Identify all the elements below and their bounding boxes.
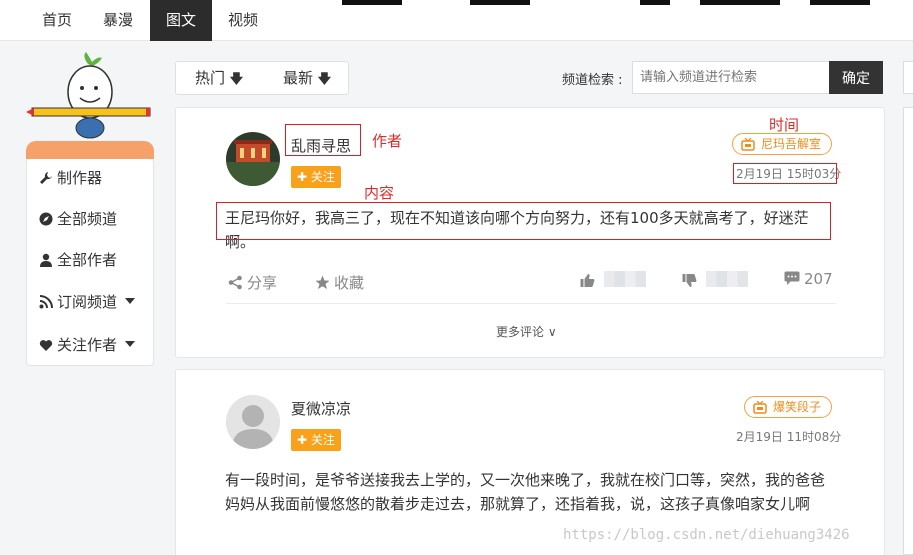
- search-label: 频道检索 :: [562, 73, 623, 88]
- sort-latest-label: 最新: [283, 69, 314, 87]
- heart-icon: [39, 340, 53, 351]
- sidebar-item-subscribed-channels[interactable]: 订阅频道: [39, 292, 136, 312]
- dislike-button[interactable]: [682, 272, 701, 290]
- compass-icon: [39, 212, 53, 226]
- sort-latest-button[interactable]: 最新 🡇: [283, 62, 331, 96]
- annotation-author: 作者: [372, 132, 403, 150]
- thumbs-down-icon: [682, 274, 697, 287]
- sort-bar: 热门 🡇 最新 🡇: [175, 61, 349, 95]
- right-panel-edge: [903, 107, 913, 555]
- wrench-icon: [40, 172, 52, 184]
- annotation-content: 内容: [364, 184, 395, 202]
- channel-label: 尼玛吾解室: [761, 137, 822, 151]
- avatar[interactable]: [226, 395, 280, 449]
- side-menu: 制作器 全部频道 全部作者 订阅频道 关注作者: [26, 141, 154, 366]
- comments-count: 207: [804, 270, 833, 288]
- comment-icon: [784, 271, 800, 285]
- cropped-header-mark: [810, 0, 870, 5]
- share-button[interactable]: 分享: [228, 272, 277, 293]
- collect-label: 收藏: [334, 274, 365, 292]
- annotation-box-time: [733, 163, 837, 184]
- sidebar-item-label: 制作器: [57, 169, 103, 187]
- channel-label: 爆笑段子: [773, 400, 822, 414]
- sort-hot-button[interactable]: 热门 🡇: [195, 62, 243, 96]
- hidden-dislike-count: [706, 271, 748, 287]
- chevron-down-icon: [125, 341, 136, 347]
- sidebar-item-label: 全部频道: [57, 210, 118, 228]
- sidebar-item-all-channels[interactable]: 全部频道: [39, 209, 117, 229]
- divider: [226, 303, 836, 304]
- cropped-header-mark: [640, 0, 670, 5]
- tab-home[interactable]: 首页: [28, 0, 86, 41]
- top-nav: 首页 暴漫 图文 视频: [0, 0, 913, 41]
- like-button[interactable]: [580, 272, 599, 290]
- arrow-down-icon: 🡇: [317, 72, 332, 87]
- follow-button[interactable]: ✚ 关注: [291, 429, 341, 451]
- annotation-time: 时间: [769, 116, 800, 134]
- star-icon: [315, 275, 330, 289]
- annotation-box-author: [285, 124, 361, 156]
- collect-button[interactable]: 收藏: [315, 272, 364, 293]
- search-button[interactable]: 确定: [829, 61, 883, 94]
- post-content: 有一段时间，是爷爷送接我去上学的，又一次他来晚了，我就在校门口等，突然，我的爸爸…: [225, 471, 826, 513]
- thumbs-up-icon: [580, 274, 595, 287]
- hidden-like-count: [604, 271, 646, 287]
- tab-videos[interactable]: 视频: [214, 0, 272, 41]
- follow-label: 关注: [310, 170, 335, 184]
- watermark: https://blog.csdn.net/diehuang3426: [563, 527, 850, 543]
- share-label: 分享: [247, 274, 278, 292]
- arrow-down-icon: 🡇: [229, 72, 244, 87]
- more-comments-label: 更多评论: [496, 325, 545, 339]
- menu-header-bar: [26, 141, 154, 159]
- right-panel-edge: [903, 61, 913, 94]
- cropped-header-mark: [470, 0, 530, 5]
- chevron-down-icon: ∨: [547, 325, 557, 339]
- sidebar-item-label: 订阅频道: [57, 293, 118, 311]
- rss-icon: [39, 295, 53, 309]
- search-input[interactable]: [632, 61, 830, 94]
- sidebar-item-maker[interactable]: 制作器: [39, 168, 102, 188]
- tv-icon: [741, 137, 755, 151]
- cropped-header-mark: [342, 0, 402, 5]
- chevron-down-icon: [125, 298, 136, 304]
- share-icon: [228, 275, 242, 290]
- channel-tag[interactable]: 尼玛吾解室: [732, 133, 833, 155]
- user-icon: [40, 253, 52, 267]
- comments-button[interactable]: 207: [784, 270, 833, 288]
- sidebar-item-label: 全部作者: [57, 251, 118, 269]
- tab-comics[interactable]: 暴漫: [89, 0, 147, 41]
- follow-button[interactable]: ✚ 关注: [291, 166, 341, 188]
- avatar[interactable]: [226, 132, 280, 186]
- channel-tag[interactable]: 爆笑段子: [744, 396, 833, 418]
- sidebar-item-followed-authors[interactable]: 关注作者: [39, 335, 136, 355]
- more-comments-link[interactable]: 更多评论 ∨: [496, 323, 557, 340]
- follow-label: 关注: [310, 433, 335, 447]
- post-time: 2月19日 11时08分: [736, 430, 842, 444]
- annotation-box-content: [216, 202, 831, 240]
- author-name[interactable]: 夏微凉凉: [291, 398, 351, 419]
- tab-articles[interactable]: 图文: [150, 0, 212, 41]
- cropped-header-mark: [700, 0, 780, 5]
- default-avatar-icon: [226, 395, 280, 449]
- tv-icon: [753, 400, 767, 414]
- sidebar-item-label: 关注作者: [57, 336, 118, 354]
- sort-hot-label: 热门: [195, 69, 226, 87]
- sidebar-item-all-authors[interactable]: 全部作者: [39, 250, 117, 270]
